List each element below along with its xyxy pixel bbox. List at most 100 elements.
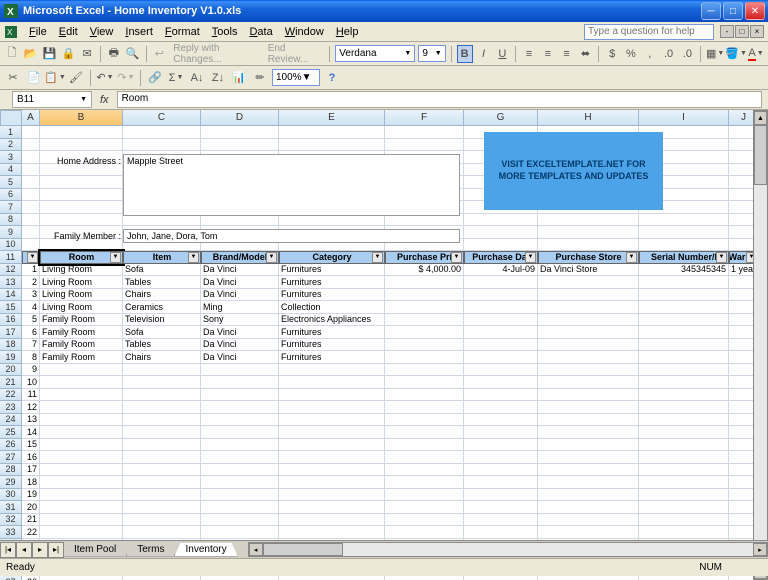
merge-icon[interactable]: ⬌ xyxy=(578,45,594,63)
cell[interactable] xyxy=(123,576,201,580)
cell[interactable] xyxy=(123,514,201,527)
cell[interactable] xyxy=(279,514,385,527)
cell-num[interactable]: 18 xyxy=(22,476,40,489)
cell-category[interactable]: Furnitures xyxy=(279,264,385,277)
cell[interactable] xyxy=(538,451,639,464)
cell-store[interactable]: Da Vinci Store xyxy=(538,264,639,277)
align-left-icon[interactable]: ≡ xyxy=(521,45,537,63)
cell[interactable] xyxy=(40,226,123,239)
row-header[interactable]: 15 xyxy=(0,301,22,314)
cell[interactable] xyxy=(40,139,123,152)
cell[interactable] xyxy=(538,439,639,452)
hyperlink-icon[interactable]: 🔗 xyxy=(146,69,164,87)
row-header[interactable]: 3 xyxy=(0,151,22,164)
cell[interactable] xyxy=(40,389,123,402)
cell[interactable] xyxy=(538,226,639,239)
cell[interactable] xyxy=(279,451,385,464)
cell[interactable] xyxy=(40,214,123,227)
cell[interactable] xyxy=(538,376,639,389)
formatpainter-icon[interactable]: 🖌 xyxy=(67,69,85,87)
cell-num[interactable]: 1 xyxy=(22,264,40,277)
menu-data[interactable]: Data xyxy=(243,24,278,40)
cell-price[interactable] xyxy=(385,339,464,352)
cell[interactable] xyxy=(385,476,464,489)
paste-icon[interactable]: 📋▼ xyxy=(46,69,64,87)
cell[interactable] xyxy=(279,476,385,489)
percent-icon[interactable]: % xyxy=(623,45,639,63)
cell-serial[interactable] xyxy=(639,326,729,339)
cell[interactable] xyxy=(639,426,729,439)
col-header-B[interactable]: B xyxy=(40,110,123,126)
cell[interactable] xyxy=(639,364,729,377)
cell[interactable] xyxy=(639,226,729,239)
cell[interactable] xyxy=(385,414,464,427)
cell[interactable] xyxy=(40,526,123,539)
menu-file[interactable]: File xyxy=(23,24,53,40)
row-header[interactable]: 30 xyxy=(0,489,22,502)
cell[interactable] xyxy=(201,576,279,580)
cell[interactable] xyxy=(201,426,279,439)
cell-num[interactable]: 4 xyxy=(22,301,40,314)
col-header-C[interactable]: C xyxy=(123,110,201,126)
cell[interactable] xyxy=(201,514,279,527)
cell-num[interactable]: 2 xyxy=(22,276,40,289)
cell-room[interactable]: Family Room xyxy=(40,339,123,352)
cell-num[interactable]: 16 xyxy=(22,451,40,464)
row-header[interactable]: 28 xyxy=(0,464,22,477)
cell-room[interactable]: Family Room xyxy=(40,326,123,339)
cell-category[interactable]: Furnitures xyxy=(279,351,385,364)
cell[interactable] xyxy=(22,226,40,239)
column-header-room[interactable]: Room▼ xyxy=(40,251,123,264)
cell-num[interactable]: 14 xyxy=(22,426,40,439)
permission-icon[interactable]: 🔒 xyxy=(60,45,76,63)
cell[interactable] xyxy=(538,501,639,514)
comma-icon[interactable]: , xyxy=(642,45,658,63)
increase-decimal-icon[interactable]: .0 xyxy=(661,45,677,63)
cell[interactable] xyxy=(123,401,201,414)
cell[interactable] xyxy=(464,226,538,239)
cell[interactable] xyxy=(385,514,464,527)
cell[interactable] xyxy=(385,376,464,389)
menu-format[interactable]: Format xyxy=(159,24,206,40)
cell[interactable] xyxy=(538,526,639,539)
cell[interactable] xyxy=(123,389,201,402)
minimize-button[interactable]: ─ xyxy=(701,2,721,20)
cell[interactable] xyxy=(40,489,123,502)
cell-serial[interactable] xyxy=(639,289,729,302)
row-header[interactable]: 37 xyxy=(0,576,22,580)
cell[interactable] xyxy=(40,151,123,164)
cell-num[interactable]: 9 xyxy=(22,364,40,377)
cell[interactable] xyxy=(464,389,538,402)
cell-serial[interactable]: 345345345 xyxy=(639,264,729,277)
row-header[interactable]: 29 xyxy=(0,476,22,489)
row-header[interactable]: 5 xyxy=(0,176,22,189)
cell-store[interactable] xyxy=(538,339,639,352)
filter-arrow-icon[interactable]: ▼ xyxy=(27,252,38,263)
cell[interactable] xyxy=(40,364,123,377)
cell[interactable] xyxy=(123,451,201,464)
cell[interactable] xyxy=(464,464,538,477)
cell[interactable] xyxy=(123,364,201,377)
cell-room[interactable]: Family Room xyxy=(40,351,123,364)
cell[interactable] xyxy=(22,151,40,164)
cell-serial[interactable] xyxy=(639,351,729,364)
cell[interactable] xyxy=(279,376,385,389)
column-header-purchasedat[interactable]: Purchase Dat▼ xyxy=(464,251,538,264)
cell[interactable] xyxy=(385,401,464,414)
menu-window[interactable]: Window xyxy=(279,24,330,40)
formula-bar[interactable]: Room xyxy=(117,91,762,108)
cell[interactable] xyxy=(385,139,464,152)
cell[interactable] xyxy=(123,501,201,514)
cell-item[interactable]: Tables xyxy=(123,276,201,289)
column-header-purchasepri[interactable]: Purchase Pri▼ xyxy=(385,251,464,264)
cell-store[interactable] xyxy=(538,314,639,327)
cell[interactable] xyxy=(201,139,279,152)
cell[interactable] xyxy=(464,401,538,414)
menu-edit[interactable]: Edit xyxy=(53,24,84,40)
cell[interactable] xyxy=(385,389,464,402)
align-right-icon[interactable]: ≡ xyxy=(559,45,575,63)
row-header[interactable]: 1 xyxy=(0,126,22,139)
cell-store[interactable] xyxy=(538,351,639,364)
cell-num[interactable]: 20 xyxy=(22,501,40,514)
cell[interactable] xyxy=(40,201,123,214)
